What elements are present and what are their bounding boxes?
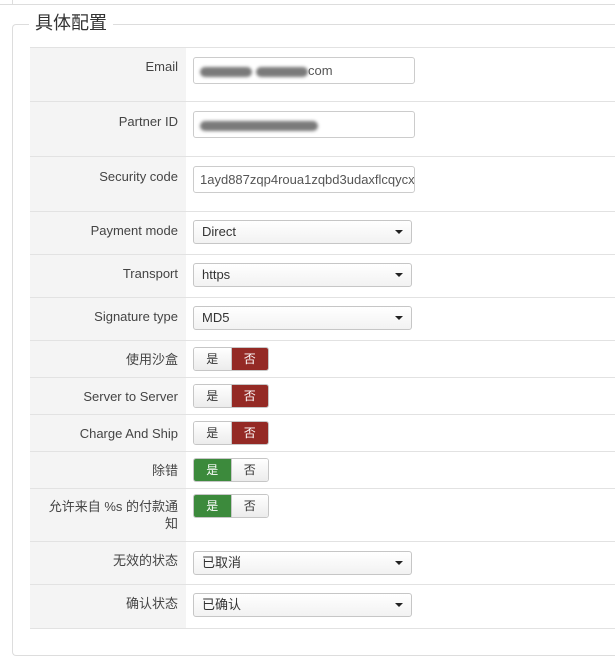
payment-mode-select[interactable]: Direct: [193, 220, 412, 244]
security-code-row: Security code 1ayd887zqp4roua1zqbd3udaxf…: [30, 156, 615, 211]
server-to-server-no-button[interactable]: 否: [230, 385, 268, 407]
sandbox-toggle: 是 否: [193, 347, 269, 371]
signature-type-label: Signature type: [94, 309, 178, 324]
debug-no-button[interactable]: 否: [230, 459, 268, 481]
partner-id-label: Partner ID: [118, 114, 178, 129]
sandbox-row: 使用沙盒 是 否: [30, 340, 615, 377]
redacted-text: [200, 120, 318, 131]
sandbox-yes-button[interactable]: 是: [194, 348, 231, 370]
chevron-down-icon: [395, 316, 403, 320]
email-row: Email com: [30, 47, 615, 101]
allow-payment-notice-row: 允许来自 %s 的付款通 知 是 否: [30, 488, 615, 541]
partner-id-field[interactable]: [193, 111, 415, 138]
payment-mode-label: Payment mode: [90, 223, 178, 238]
transport-value: https: [202, 267, 231, 282]
signature-type-value: MD5: [202, 310, 230, 325]
sandbox-label: 使用沙盒: [125, 352, 178, 367]
transport-row: Transport https: [30, 254, 615, 297]
confirmed-status-select[interactable]: 已确认: [193, 593, 412, 617]
allow-payment-notice-toggle: 是 否: [193, 494, 269, 518]
config-form: Email com Partner ID Security code 1ayd8…: [30, 47, 615, 629]
charge-and-ship-row: Charge And Ship 是 否: [30, 414, 615, 451]
charge-and-ship-no-button[interactable]: 否: [230, 422, 268, 444]
sandbox-no-button[interactable]: 否: [230, 348, 268, 370]
invalid-status-select[interactable]: 已取消: [193, 551, 412, 575]
debug-label: 除错: [151, 463, 178, 478]
allow-payment-notice-label-line2: 知: [164, 516, 178, 531]
debug-toggle: 是 否: [193, 458, 269, 482]
server-to-server-row: Server to Server 是 否: [30, 377, 615, 414]
invalid-status-value: 已取消: [202, 555, 242, 570]
invalid-status-label: 无效的状态: [112, 553, 178, 568]
signature-type-select[interactable]: MD5: [193, 306, 412, 330]
confirmed-status-value: 已确认: [202, 597, 242, 612]
signature-type-row: Signature type MD5: [30, 297, 615, 340]
allow-payment-notice-no-button[interactable]: 否: [230, 495, 268, 517]
charge-and-ship-toggle: 是 否: [193, 421, 269, 445]
payment-mode-value: Direct: [202, 224, 236, 239]
transport-label: Transport: [122, 266, 178, 281]
email-field[interactable]: com: [193, 57, 415, 84]
chevron-down-icon: [395, 273, 403, 277]
charge-and-ship-label: Charge And Ship: [79, 426, 178, 441]
server-to-server-label: Server to Server: [83, 389, 178, 404]
confirmed-status-label: 确认状态: [125, 596, 178, 611]
chevron-down-icon: [395, 230, 403, 234]
invalid-status-row: 无效的状态 已取消: [30, 541, 615, 584]
allow-payment-notice-yes-button[interactable]: 是: [194, 495, 231, 517]
debug-row: 除错 是 否: [30, 451, 615, 488]
confirmed-status-row: 确认状态 已确认: [30, 584, 615, 629]
redacted-text: [200, 66, 252, 77]
redacted-text: [256, 66, 308, 77]
server-to-server-yes-button[interactable]: 是: [194, 385, 231, 407]
server-to-server-toggle: 是 否: [193, 384, 269, 408]
allow-payment-notice-label: 允许来自 %s 的付款通 知: [30, 498, 178, 532]
chevron-down-icon: [395, 561, 403, 565]
partner-id-row: Partner ID: [30, 101, 615, 156]
section-legend: 具体配置: [35, 13, 107, 34]
chevron-down-icon: [395, 603, 403, 607]
debug-yes-button[interactable]: 是: [194, 459, 231, 481]
transport-select[interactable]: https: [193, 263, 412, 287]
email-value-suffix: com: [308, 63, 333, 78]
email-label: Email: [145, 59, 178, 74]
allow-payment-notice-label-line1: 允许来自 %s 的付款通: [48, 499, 178, 514]
security-code-field[interactable]: 1ayd887zqp4roua1zqbd3udaxflcqycx: [193, 166, 415, 193]
top-divider: [0, 0, 615, 5]
charge-and-ship-yes-button[interactable]: 是: [194, 422, 231, 444]
payment-mode-row: Payment mode Direct: [30, 211, 615, 254]
security-code-label: Security code: [99, 169, 178, 184]
